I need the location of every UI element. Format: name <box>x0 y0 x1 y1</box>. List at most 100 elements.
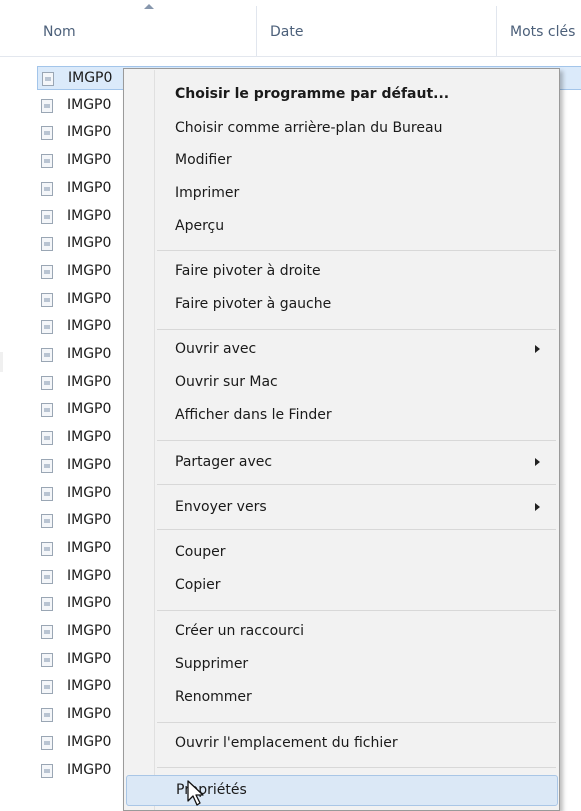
file-name: IMGP0 <box>67 595 112 611</box>
image-file-icon <box>41 487 53 501</box>
menu-item-edit[interactable]: Modifier <box>126 147 558 175</box>
image-file-icon <box>41 320 53 334</box>
file-name: IMGP0 <box>67 263 112 279</box>
image-file-icon <box>41 459 53 473</box>
file-name: IMGP0 <box>67 152 112 168</box>
column-keywords[interactable]: Mots clés <box>510 24 575 40</box>
menu-item-label: Modifier <box>175 152 232 168</box>
menu-item-open-location[interactable]: Ouvrir l'emplacement du fichier <box>126 730 558 758</box>
menu-item-label: Faire pivoter à gauche <box>175 296 332 312</box>
file-name: IMGP0 <box>67 457 112 473</box>
image-file-icon <box>41 293 53 307</box>
image-file-icon <box>41 126 53 140</box>
image-file-icon <box>41 514 53 528</box>
menu-item-label: Envoyer vers <box>175 499 267 515</box>
image-file-icon <box>41 265 53 279</box>
image-file-icon <box>41 431 53 445</box>
file-name: IMGP0 <box>67 512 112 528</box>
scrollbar[interactable] <box>0 352 3 372</box>
menu-item-label: Partager avec <box>175 454 273 470</box>
menu-item-label: Renommer <box>175 689 252 705</box>
image-file-icon <box>41 597 53 611</box>
file-name: IMGP0 <box>67 429 112 445</box>
file-name: IMGP0 <box>67 124 112 140</box>
menu-item-label: Aperçu <box>175 218 225 234</box>
menu-item-label: Copier <box>175 577 221 593</box>
file-name: IMGP0 <box>67 235 112 251</box>
image-file-icon <box>41 376 53 390</box>
menu-item-label: Imprimer <box>175 185 240 201</box>
file-name: IMGP0 <box>67 568 112 584</box>
menu-item-delete[interactable]: Supprimer <box>126 651 558 679</box>
image-file-icon <box>41 348 53 362</box>
file-name: IMGP0 <box>67 706 112 722</box>
menu-item-rotate-right[interactable]: Faire pivoter à droite <box>126 258 558 286</box>
image-file-icon <box>41 154 53 168</box>
image-file-icon <box>41 210 53 224</box>
file-name: IMGP0 <box>67 540 112 556</box>
menu-item-preview[interactable]: Aperçu <box>126 213 558 241</box>
column-name[interactable]: Nom <box>43 24 76 40</box>
image-file-icon <box>41 99 53 113</box>
image-file-icon <box>41 680 53 694</box>
chevron-right-icon <box>535 458 540 466</box>
file-name: IMGP0 <box>67 485 112 501</box>
menu-item-rename[interactable]: Renommer <box>126 684 558 712</box>
chevron-right-icon <box>535 345 540 353</box>
context-menu: Choisir le programme par défaut... Chois… <box>123 68 560 811</box>
file-name: IMGP0 <box>67 401 112 417</box>
menu-item-print[interactable]: Imprimer <box>126 180 558 208</box>
menu-item-set-wallpaper[interactable]: Choisir comme arrière-plan du Bureau <box>126 115 558 143</box>
image-file-icon <box>41 736 53 750</box>
file-name: IMGP0 <box>67 623 112 639</box>
menu-item-rotate-left[interactable]: Faire pivoter à gauche <box>126 291 558 319</box>
image-file-icon <box>41 182 53 196</box>
chevron-right-icon <box>535 503 540 511</box>
menu-separator <box>157 329 556 330</box>
image-file-icon <box>42 72 54 86</box>
menu-item-label: Couper <box>175 544 226 560</box>
sort-ascending-icon <box>144 4 154 9</box>
menu-item-open-on-mac[interactable]: Ouvrir sur Mac <box>126 369 558 397</box>
column-divider[interactable] <box>496 6 497 56</box>
file-name: IMGP0 <box>67 97 112 113</box>
menu-item-default-program[interactable]: Choisir le programme par défaut... <box>126 81 558 109</box>
menu-item-send-to[interactable]: Envoyer vers <box>126 494 558 522</box>
menu-item-copy[interactable]: Copier <box>126 572 558 600</box>
image-file-icon <box>41 237 53 251</box>
file-name: IMGP0 <box>67 651 112 667</box>
menu-separator <box>157 484 556 485</box>
menu-item-label: Ouvrir avec <box>175 341 257 357</box>
image-file-icon <box>41 764 53 778</box>
file-name: IMGP0 <box>67 346 112 362</box>
column-date[interactable]: Date <box>270 24 303 40</box>
menu-separator <box>157 767 556 768</box>
menu-item-cut[interactable]: Couper <box>126 539 558 567</box>
menu-item-label: Créer un raccourci <box>175 623 305 639</box>
menu-separator <box>157 529 556 530</box>
menu-item-label: Ouvrir l'emplacement du fichier <box>175 735 398 751</box>
mouse-pointer-icon <box>187 780 204 806</box>
file-name: IMGP0 <box>68 70 113 86</box>
image-file-icon <box>41 403 53 417</box>
menu-item-share-with[interactable]: Partager avec <box>126 449 558 477</box>
menu-item-create-shortcut[interactable]: Créer un raccourci <box>126 618 558 646</box>
menu-separator <box>157 250 556 251</box>
column-header: Nom Date Mots clés <box>0 0 581 57</box>
column-divider[interactable] <box>256 6 257 56</box>
file-name: IMGP0 <box>67 734 112 750</box>
image-file-icon <box>41 542 53 556</box>
file-name: IMGP0 <box>67 318 112 334</box>
file-name: IMGP0 <box>67 291 112 307</box>
image-file-icon <box>41 625 53 639</box>
image-file-icon <box>41 570 53 584</box>
menu-item-label: Supprimer <box>175 656 249 672</box>
menu-item-label: Faire pivoter à droite <box>175 263 321 279</box>
menu-item-open-with[interactable]: Ouvrir avec <box>126 336 558 364</box>
menu-item-label: Afficher dans le Finder <box>175 407 332 423</box>
menu-item-label: Ouvrir sur Mac <box>175 374 278 390</box>
menu-item-show-in-finder[interactable]: Afficher dans le Finder <box>126 402 558 430</box>
file-name: IMGP0 <box>67 208 112 224</box>
file-name: IMGP0 <box>67 678 112 694</box>
menu-separator <box>157 440 556 441</box>
